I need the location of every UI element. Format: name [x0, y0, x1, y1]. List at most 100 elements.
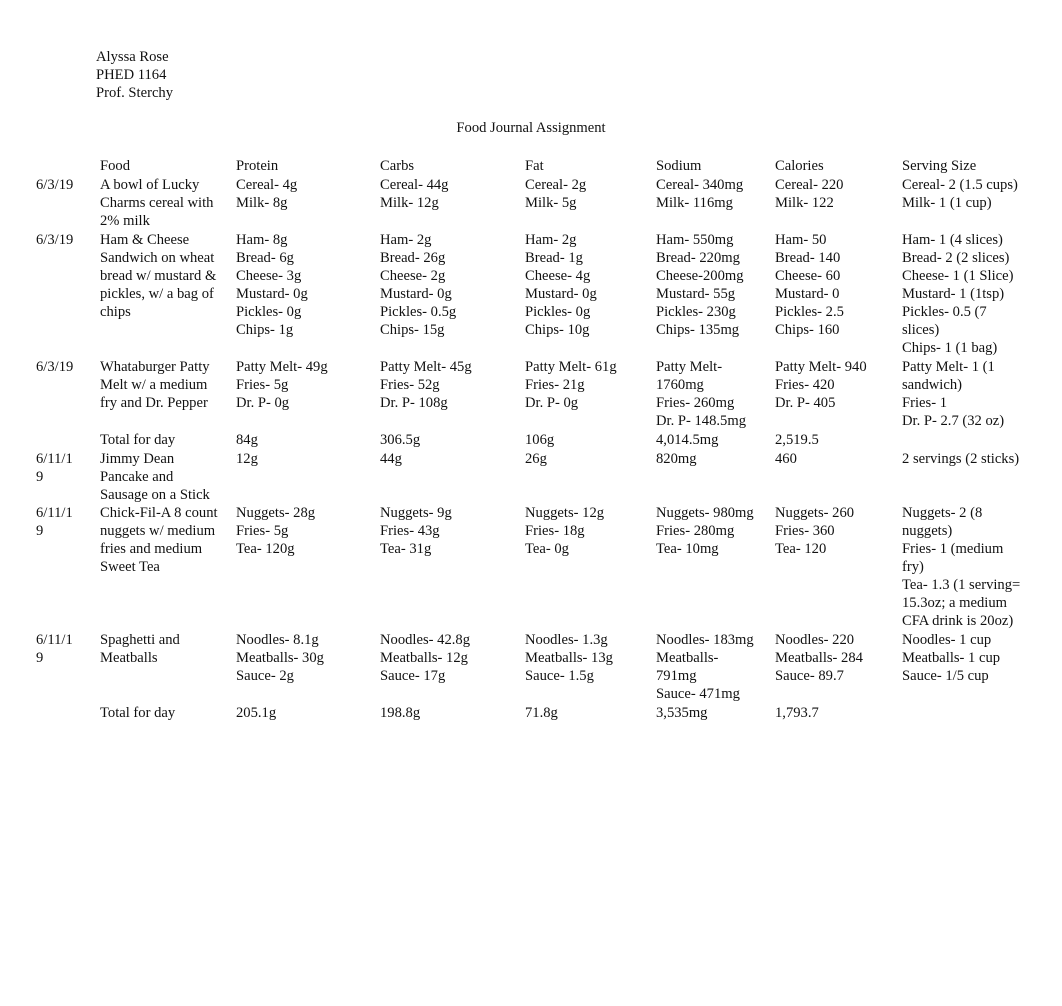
- cell-line: Pickles- 0.5 (7: [902, 304, 987, 320]
- cell-line: Chips- 160: [775, 322, 840, 338]
- cell-sodium: 820mg: [656, 450, 697, 468]
- cell-protein: Cereal- 4g Milk- 8g: [236, 176, 297, 212]
- cell-calories: 2,519.5: [775, 431, 819, 449]
- cell-line: Sauce- 17g: [380, 668, 446, 684]
- cell-line: 15.3oz; a medium: [902, 595, 1007, 611]
- cell-carbs: Patty Melt- 45g Fries- 52g Dr. P- 108g: [380, 358, 472, 412]
- cell-line: Fries- 43g: [380, 523, 440, 539]
- cell-line: Milk- 122: [775, 195, 834, 211]
- cell-line: Ham- 2g: [525, 232, 577, 248]
- cell-date: 6/3/19: [36, 176, 73, 194]
- cell-line: Milk- 116mg: [656, 195, 733, 211]
- column-header-food: Food: [100, 158, 131, 174]
- cell-carbs: 306.5g: [380, 431, 420, 449]
- cell-line: Meatballs-: [656, 650, 719, 666]
- cell-line: Sauce- 1.5g: [525, 668, 594, 684]
- cell-line: nuggets): [902, 523, 953, 539]
- cell-line: 3,535mg: [656, 705, 708, 721]
- cell-line: Tea- 120g: [236, 541, 295, 557]
- cell-line: Cheese- 4g: [525, 268, 591, 284]
- cell-line: Tea- 120: [775, 541, 827, 557]
- cell-fat: Nuggets- 12g Fries- 18g Tea- 0g: [525, 504, 604, 558]
- cell-line: A bowl of Lucky: [100, 177, 200, 193]
- cell-line: 6/3/19: [36, 177, 74, 193]
- cell-line: 1,793.7: [775, 705, 819, 721]
- cell-date: 6/11/1 9: [36, 450, 73, 486]
- column-header-calories: Calories: [775, 158, 824, 174]
- cell-line: 2,519.5: [775, 432, 819, 448]
- student-name: Alyssa Rose: [96, 49, 169, 65]
- cell-sodium: Cereal- 340mg Milk- 116mg: [656, 176, 743, 212]
- cell-serving: Ham- 1 (4 slices) Bread- 2 (2 slices) Chee…: [902, 231, 1013, 357]
- cell-line: Sandwich on wheat: [100, 250, 215, 266]
- cell-calories: Patty Melt- 940 Fries- 420 Dr. P- 405: [775, 358, 867, 412]
- cell-fat: Cereal- 2g Milk- 5g: [525, 176, 586, 212]
- cell-line: Fries- 280mg: [656, 523, 735, 539]
- column-header-protein: Protein: [236, 158, 279, 174]
- cell-line: Meatballs- 1 cup: [902, 650, 1001, 666]
- cell-line: 306.5g: [380, 432, 421, 448]
- cell-line: sandwich): [902, 377, 962, 393]
- cell-line: Patty Melt- 61g: [525, 359, 617, 375]
- cell-line: Milk- 12g: [380, 195, 439, 211]
- cell-line: 820mg: [656, 451, 697, 467]
- cell-line: Cheese- 1 (1 Slice): [902, 268, 1014, 284]
- document-title: Food Journal Assignment: [456, 120, 606, 136]
- cell-carbs: Noodles- 42.8g Meatballs- 12g Sauce- 17g: [380, 631, 470, 685]
- cell-food: Total for day: [100, 431, 175, 449]
- cell-line: 26g: [525, 451, 547, 467]
- cell-line: Ham- 50: [775, 232, 827, 248]
- cell-line: Cheese- 2g: [380, 268, 446, 284]
- cell-line: Fries- 420: [775, 377, 835, 393]
- cell-line: Mustard- 0: [775, 286, 840, 302]
- cell-line: Patty Melt-: [656, 359, 723, 375]
- cell-line: Bread- 140: [775, 250, 841, 266]
- cell-line: bread w/ mustard &: [100, 268, 217, 284]
- cell-sodium: 3,535mg: [656, 704, 707, 722]
- cell-line: Meatballs- 13g: [525, 650, 613, 666]
- cell-protein: Nuggets- 28g Fries- 5g Tea- 120g: [236, 504, 315, 558]
- cell-line: Jimmy Dean: [100, 451, 175, 467]
- cell-sodium: Noodles- 183mg Meatballs- 791mg Sauce- 471m…: [656, 631, 754, 703]
- cell-line: 6/11/1: [36, 632, 73, 648]
- cell-carbs: Cereal- 44g Milk- 12g: [380, 176, 448, 212]
- cell-line: 198.8g: [380, 705, 421, 721]
- cell-sodium: Nuggets- 980mg Fries- 280mg Tea- 10mg: [656, 504, 754, 558]
- cell-line: Sauce- 2g: [236, 668, 294, 684]
- cell-line: Patty Melt- 1 (1: [902, 359, 995, 375]
- cell-line: Chips- 10g: [525, 322, 590, 338]
- cell-line: Noodles- 1 cup: [902, 632, 992, 648]
- cell-line: Pancake and: [100, 469, 174, 485]
- cell-line: 106g: [525, 432, 555, 448]
- cell-line: Dr. P- 405: [775, 395, 836, 411]
- cell-line: Bread- 6g: [236, 250, 294, 266]
- cell-line: Nuggets- 9g: [380, 505, 452, 521]
- cell-line: Ham- 1 (4 slices): [902, 232, 1003, 248]
- cell-sodium: 4,014.5mg: [656, 431, 718, 449]
- cell-serving: Nuggets- 2 (8 nuggets) Fries- 1 (medium fry…: [902, 504, 1020, 630]
- cell-serving: Cereal- 2 (1.5 cups) Milk- 1 (1 cup): [902, 176, 1018, 212]
- cell-line: Fries- 1 (medium: [902, 541, 1004, 557]
- cell-line: Nuggets- 260: [775, 505, 855, 521]
- cell-line: Dr. P- 108g: [380, 395, 448, 411]
- cell-calories: 1,793.7: [775, 704, 819, 722]
- cell-line: Noodles- 1.3g: [525, 632, 608, 648]
- cell-fat: Noodles- 1.3g Meatballs- 13g Sauce- 1.5g: [525, 631, 613, 685]
- cell-fat: Patty Melt- 61g Fries- 21g Dr. P- 0g: [525, 358, 617, 412]
- column-header-serving-size: Serving Size: [902, 158, 977, 174]
- cell-line: Patty Melt- 45g: [380, 359, 472, 375]
- cell-line: 6/11/1: [36, 451, 73, 467]
- cell-line: 12g: [236, 451, 258, 467]
- cell-line: Nuggets- 12g: [525, 505, 605, 521]
- cell-serving: 2 servings (2 sticks): [902, 450, 1019, 468]
- cell-line: Cheese- 3g: [236, 268, 302, 284]
- cell-line: Fries- 5g: [236, 377, 289, 393]
- cell-line: Milk- 1 (1 cup): [902, 195, 992, 211]
- cell-protein: Patty Melt- 49g Fries- 5g Dr. P- 0g: [236, 358, 328, 412]
- cell-line: fries and medium: [100, 541, 203, 557]
- cell-line: Bread- 1g: [525, 250, 583, 266]
- cell-line: Dr. P- 2.7 (32 oz): [902, 413, 1005, 429]
- cell-line: Cereal- 4g: [236, 177, 298, 193]
- cell-line: Total for day: [100, 432, 176, 448]
- cell-line: Pickles- 230g: [656, 304, 736, 320]
